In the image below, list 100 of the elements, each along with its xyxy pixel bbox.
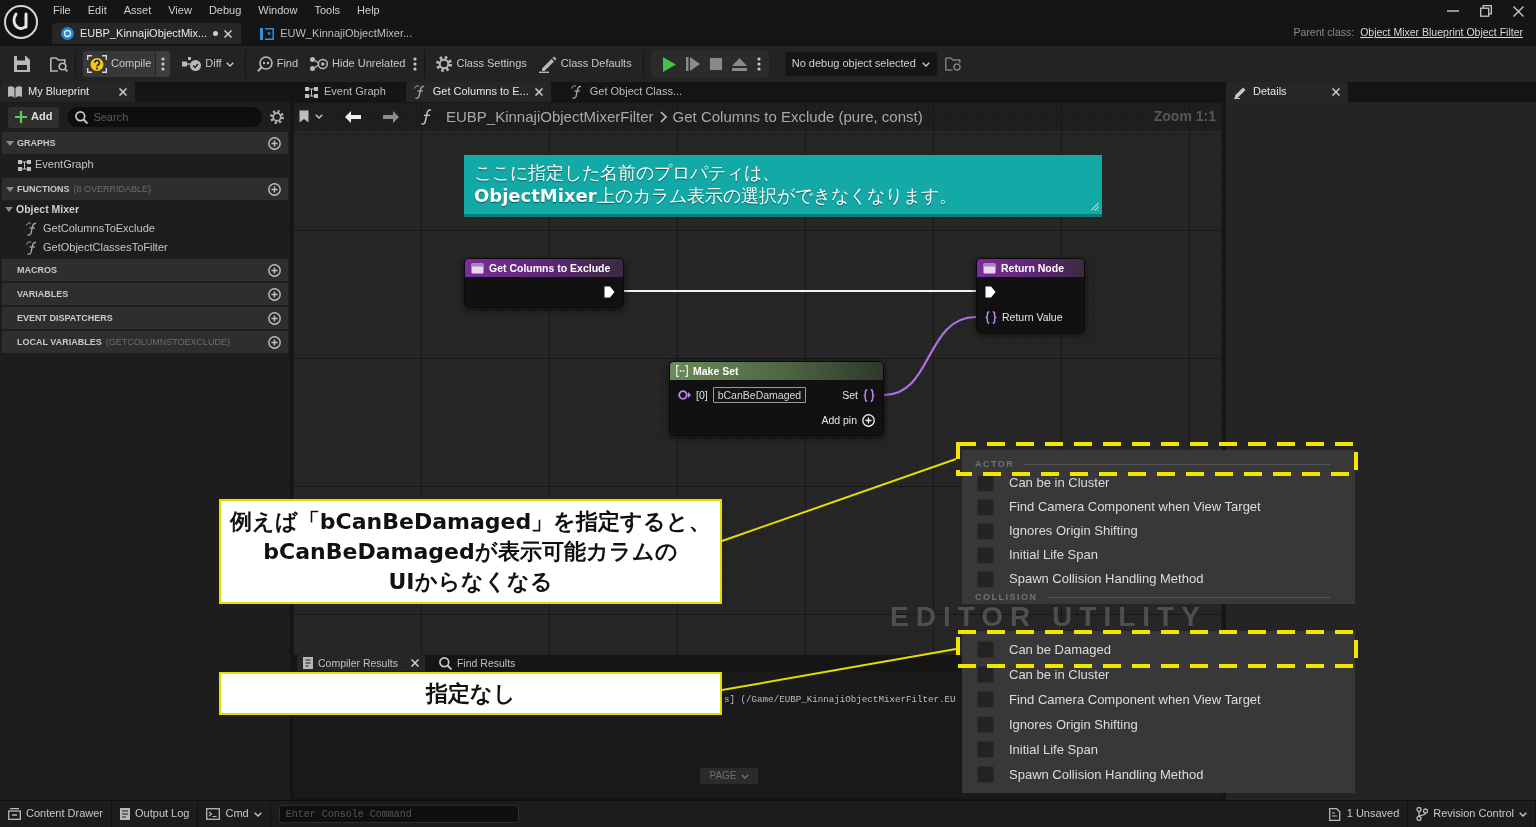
add-button[interactable]: Add <box>8 106 60 128</box>
tree-item[interactable]: EventGraph <box>0 154 290 176</box>
settings-icon[interactable] <box>270 110 284 124</box>
class-defaults-button[interactable]: Class Defaults <box>534 51 636 77</box>
node-title: Make Set <box>693 364 739 378</box>
document-tab[interactable]: EUBP_KinnajiObjectMix... <box>52 23 242 44</box>
menu-item[interactable]: Edit <box>87 4 107 18</box>
checkbox[interactable] <box>977 666 994 683</box>
kebab-menu-icon[interactable] <box>413 57 418 71</box>
save-icon[interactable] <box>14 56 30 72</box>
parent-class-link[interactable]: Object Mixer Blueprint Object Filter <box>1360 26 1523 39</box>
graph-node[interactable]: Return Node Return Value <box>976 258 1085 333</box>
book-icon <box>8 86 22 98</box>
checkbox[interactable] <box>977 474 994 492</box>
menu-item[interactable]: View <box>168 4 192 18</box>
panel-icon <box>260 27 275 40</box>
add-circle-icon[interactable] <box>268 287 281 301</box>
forward-arrow-icon[interactable] <box>383 110 399 123</box>
add-pin-button[interactable]: Add pin <box>821 413 875 427</box>
section-header[interactable]: VARIABLES <box>2 283 288 305</box>
class-settings-button[interactable]: Class Settings <box>432 51 531 77</box>
tree-item[interactable]: Object Mixer <box>0 200 290 219</box>
play-icon[interactable] <box>662 56 676 72</box>
graph-node[interactable]: Get Columns to Exclude <box>464 258 624 308</box>
expand-arrow-icon[interactable] <box>6 186 14 192</box>
panel-tab[interactable]: Find Results <box>432 655 522 671</box>
menu-item[interactable]: Help <box>357 4 380 18</box>
search-field[interactable]: Search <box>67 107 262 127</box>
back-arrow-icon[interactable] <box>345 110 361 123</box>
tree-item[interactable]: GetObjectClassesToFilter <box>0 238 290 257</box>
section-header[interactable]: EVENT DISPATCHERS <box>2 307 288 329</box>
content-drawer-button[interactable]: Content Drawer <box>0 801 113 827</box>
caret-icon <box>225 61 234 67</box>
menu-item[interactable]: Tools <box>314 4 341 18</box>
section-header[interactable]: GRAPHS <box>2 132 288 154</box>
menu-item[interactable]: Asset <box>123 4 152 18</box>
close-icon[interactable] <box>1332 88 1340 96</box>
expand-arrow-icon[interactable] <box>5 207 13 212</box>
graph-tab[interactable]: Get Object Class... <box>562 82 691 102</box>
cmd-dropdown[interactable]: Cmd <box>198 801 271 827</box>
restore-icon[interactable] <box>1480 5 1492 17</box>
braces-pin-icon[interactable] <box>863 388 875 402</box>
search-icon <box>75 111 89 124</box>
kebab-menu-icon <box>161 57 166 71</box>
caret-icon[interactable] <box>315 114 323 119</box>
kebab-menu-icon[interactable] <box>756 57 761 71</box>
annotation-note: 指定なし <box>219 672 722 715</box>
close-icon[interactable] <box>224 29 233 38</box>
graph-tab[interactable]: Event Graph <box>297 82 394 102</box>
graph-node[interactable]: Make Set [0] bCanBeDamaged Set Add pin <box>669 361 884 436</box>
graph-tab[interactable]: Get Columns to E... <box>405 82 551 102</box>
tree-item[interactable]: GetColumnsToExclude <box>0 219 290 238</box>
section-header[interactable]: MACROS <box>2 259 288 281</box>
close-icon[interactable] <box>410 659 419 667</box>
unsaved-button[interactable]: 1 Unsaved <box>1320 801 1409 827</box>
find-button[interactable]: Find <box>252 51 303 77</box>
logo-icon[interactable] <box>4 5 38 39</box>
option-label: Find Camera Component when View Target <box>1009 691 1261 708</box>
add-circle-icon[interactable] <box>268 182 281 196</box>
diff-button[interactable]: Diff <box>178 51 238 77</box>
debug-object-dropdown[interactable]: No debug object selected <box>784 52 937 76</box>
drawer-icon <box>8 808 21 820</box>
document-tab[interactable]: EUW_KinnajiObjectMixer... <box>251 23 422 44</box>
hide-unrelated-button[interactable]: Hide Unrelated <box>306 51 410 77</box>
add-circle-icon[interactable] <box>268 335 281 349</box>
zoom-label: Zoom 1:1 <box>1153 108 1216 125</box>
compile-options-button[interactable] <box>156 51 171 77</box>
close-icon[interactable] <box>119 88 128 96</box>
add-circle-icon[interactable] <box>268 136 281 150</box>
expand-arrow-icon[interactable] <box>6 140 14 146</box>
section-header[interactable]: LOCAL VARIABLES (GETCOLUMNSTOEXCLUDE) <box>2 331 288 353</box>
output-log-button[interactable]: Output Log <box>112 801 199 827</box>
close-icon[interactable] <box>1513 5 1524 17</box>
compile-button[interactable]: Compile <box>83 51 156 77</box>
folder-search-icon[interactable] <box>50 56 68 72</box>
add-circle-icon[interactable] <box>268 311 281 325</box>
menu-item[interactable]: File <box>53 4 71 18</box>
console-field[interactable]: Enter Console Command <box>278 805 519 823</box>
braces-pin-icon[interactable] <box>985 310 997 324</box>
exec-pin-icon[interactable] <box>604 286 615 298</box>
menu-item[interactable]: Debug <box>208 4 242 18</box>
exec-pin-icon[interactable] <box>985 286 996 298</box>
eject-icon[interactable] <box>731 57 747 71</box>
stop-icon[interactable] <box>709 58 722 70</box>
value-field[interactable]: bCanBeDamaged <box>712 386 807 404</box>
revision-control-button[interactable]: Revision Control <box>1408 801 1536 827</box>
node-title: Return Node <box>1001 261 1064 275</box>
panel-tab[interactable]: Compiler Results <box>297 655 425 671</box>
panel-tab[interactable]: My Blueprint <box>0 82 136 102</box>
panel-tab[interactable]: Details <box>1226 82 1348 102</box>
breadcrumb-current: Get Columns to Exclude (pure, const) <box>672 107 923 126</box>
close-icon[interactable] <box>534 88 543 96</box>
folder-search-icon[interactable] <box>944 57 961 71</box>
breadcrumb-link[interactable]: EUBP_KinnajiObjectMixerFilter <box>446 107 654 126</box>
menu-item[interactable]: Window <box>258 4 298 18</box>
add-circle-icon[interactable] <box>268 263 281 277</box>
resize-grip-icon[interactable] <box>1090 202 1099 211</box>
step-icon[interactable] <box>685 57 700 71</box>
ring-pin-icon[interactable] <box>678 390 691 400</box>
bookmark-icon[interactable] <box>299 110 309 123</box>
